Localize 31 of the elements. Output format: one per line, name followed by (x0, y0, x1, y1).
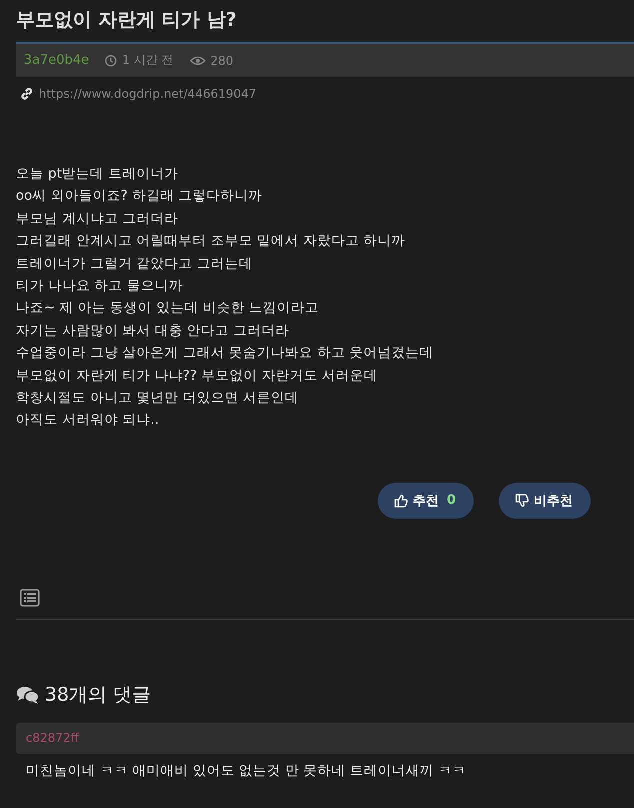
thumbs-down-icon (515, 494, 530, 508)
view-count: 280 (210, 54, 234, 68)
link-icon (20, 87, 34, 101)
body-text-line: 아직도 서러워야 되냐.. (16, 411, 160, 430)
recommend-button[interactable]: 추천 0 (378, 482, 474, 519)
body-text-line: 수업중이라 그냥 살아온게 그래서 못숨기나봐요 하고 웃어넘겼는데 (16, 344, 435, 364)
post-url-link[interactable]: https://www.dogdrip.net/446619047 (39, 87, 257, 101)
body-text-line: oo씨 외아들이죠? 하길래 그렇다하니까 (16, 187, 264, 206)
post-time: 1 시간 전 (122, 52, 174, 69)
body-text-line: 부모없이 자란게 티가 나냐?? 부모없이 자란거도 서러운데 (16, 366, 380, 386)
body-text-line: 트레이너가 그럴거 같았다고 그러는데 (16, 254, 254, 274)
clock-icon (105, 54, 118, 66)
list-icon (20, 588, 40, 607)
not-recommend-button[interactable]: 비추천 (499, 482, 592, 519)
body-text-line: 부모님 계시냐고 그러더라 (16, 210, 180, 229)
comment-text: 미친놈이네 ㅋㅋ 애미애비 있어도 없는것 만 못하네 트레이너새끼 ㅋㅋ (26, 762, 468, 780)
body-text-line: 티가 나나요 하고 물으니까 (16, 277, 184, 296)
body-text-line: 그러길래 안계시고 어릴때부터 조부모 밑에서 자랐다고 하니까 (16, 232, 407, 252)
comments-icon (16, 684, 40, 705)
post-title: 부모없이 자란게 티가 남? (16, 8, 238, 33)
comment-author-link[interactable]: c82872ff (26, 731, 80, 746)
eye-icon (190, 56, 206, 66)
body-text-line: 자기는 사람많이 봐서 대충 안다고 그러더라 (16, 322, 290, 341)
vote-count: 0 (447, 493, 456, 508)
body-text-line: 학창시절도 아니고 몇년만 더있으면 서른인데 (16, 389, 300, 408)
body-text-line: 오늘 pt받는데 트레이너가 (16, 165, 180, 184)
body-text-line: 나죠~ 제 아는 동생이 있는데 비슷한 느낌이라고 (16, 299, 320, 318)
list-button[interactable] (20, 588, 40, 607)
author-link[interactable]: 3a7e0b4e (24, 53, 90, 68)
thumbs-up-icon (394, 494, 408, 508)
comments-heading: 38개의 댓글 (45, 682, 152, 708)
